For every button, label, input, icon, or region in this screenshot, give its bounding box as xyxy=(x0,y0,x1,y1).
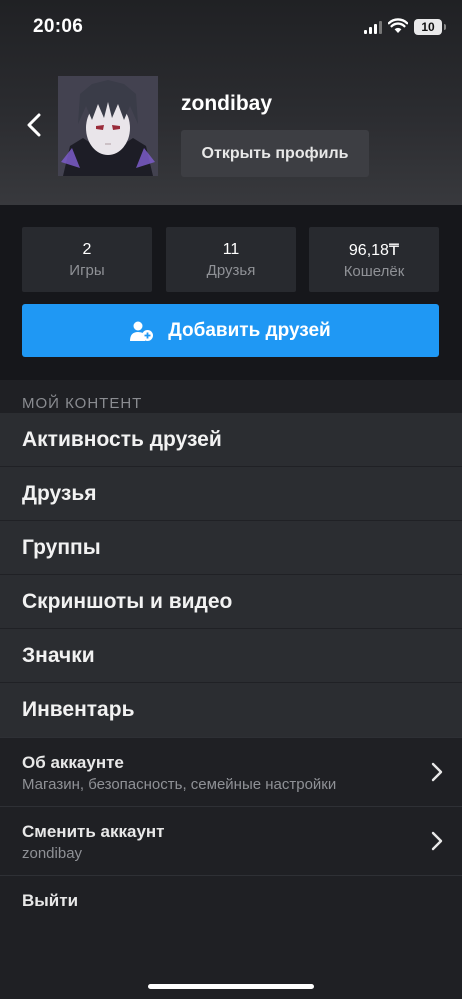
switch-account-subtitle: zondibay xyxy=(22,845,83,862)
chevron-right-icon xyxy=(431,762,443,782)
username: zondibay xyxy=(181,92,273,115)
home-indicator xyxy=(148,984,314,989)
stat-value: 96,18₸ xyxy=(348,241,400,259)
logout-button[interactable]: Выйти xyxy=(22,891,78,911)
battery-indicator: 10 xyxy=(414,19,446,35)
menu-item-inventory[interactable]: Инвентарь xyxy=(0,683,462,737)
wifi-icon xyxy=(388,18,408,33)
stat-value: 2 xyxy=(82,240,92,258)
chevron-right-icon xyxy=(431,831,443,851)
avatar[interactable] xyxy=(58,76,158,176)
menu-item-screenshots-videos[interactable]: Скриншоты и видео xyxy=(0,575,462,629)
add-friends-label: Добавить друзей xyxy=(168,319,331,341)
switch-account-title: Сменить аккаунт xyxy=(22,822,165,841)
stat-label: Друзья xyxy=(206,261,256,279)
open-profile-button[interactable]: Открыть профиль xyxy=(181,130,369,177)
profile-header: 20:06 10 zondibay Открыть профиль xyxy=(0,0,462,205)
my-content-list: Активность друзей Друзья Группы Скриншот… xyxy=(0,413,462,737)
account-menu-screen: 20:06 10 zondibay Открыть профиль 2 Игры… xyxy=(0,0,462,999)
menu-item-groups[interactable]: Группы xyxy=(0,521,462,575)
about-account-subtitle: Магазин, безопасность, семейные настройк… xyxy=(22,776,337,793)
about-account-title: Об аккаунте xyxy=(22,753,124,772)
stat-friends[interactable]: 11 Друзья xyxy=(166,227,296,292)
status-time: 20:06 xyxy=(33,16,84,37)
switch-account-row[interactable]: Сменить аккаунт zondibay xyxy=(0,806,462,874)
stats-section: 2 Игры 11 Друзья 96,18₸ Кошелёк Добавить… xyxy=(0,205,462,380)
add-friends-button[interactable]: Добавить друзей xyxy=(22,304,439,357)
menu-item-badges[interactable]: Значки xyxy=(0,629,462,683)
stat-label: Игры xyxy=(69,261,105,279)
stat-value: 11 xyxy=(222,240,240,258)
about-account-row[interactable]: Об аккаунте Магазин, безопасность, семей… xyxy=(0,737,462,805)
cellular-signal-icon xyxy=(364,21,384,34)
menu-item-friends[interactable]: Друзья xyxy=(0,467,462,521)
avatar-image xyxy=(58,76,158,176)
section-label-my-content: МОЙ КОНТЕНТ xyxy=(22,395,143,412)
stat-label: Кошелёк xyxy=(343,262,405,280)
menu-item-friend-activity[interactable]: Активность друзей xyxy=(0,413,462,467)
menu-section: МОЙ КОНТЕНТ Активность друзей Друзья Гру… xyxy=(0,380,462,999)
back-button[interactable] xyxy=(20,110,48,140)
add-user-icon xyxy=(130,321,154,341)
status-bar: 20:06 10 xyxy=(0,0,462,56)
stat-games[interactable]: 2 Игры xyxy=(22,227,152,292)
stat-wallet[interactable]: 96,18₸ Кошелёк xyxy=(309,227,439,292)
